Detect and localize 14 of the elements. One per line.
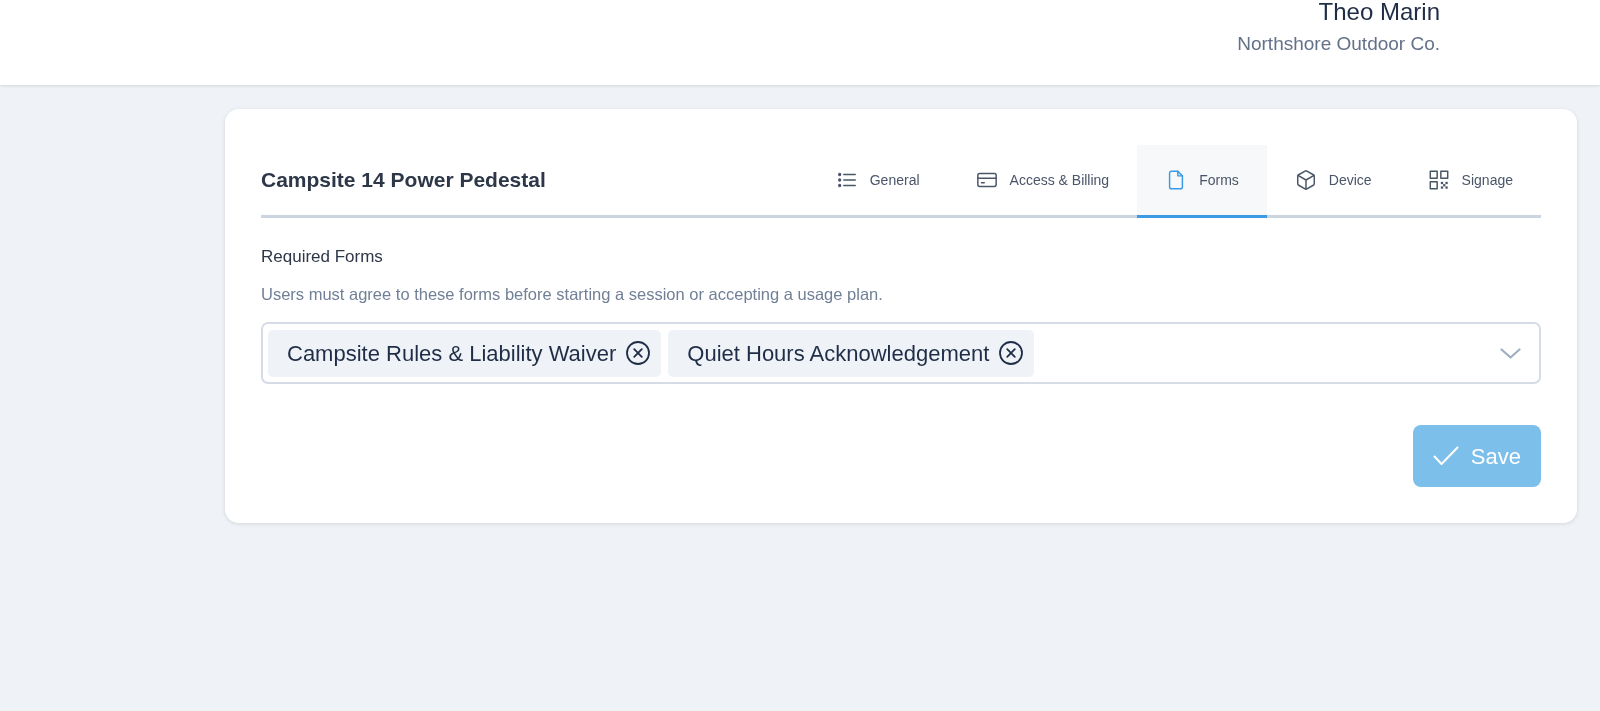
- tab[interactable]: Forms: [1137, 145, 1267, 218]
- page-title: Campsite 14 Power Pedestal: [261, 167, 546, 194]
- multi-select-field[interactable]: Campsite Rules & Liability Waiver Quiet Hours Acknowledgement: [261, 322, 1541, 384]
- user-name: Theo Marin: [1318, 0, 1440, 24]
- organization-name: Northshore Outdoor Co.: [1237, 32, 1440, 56]
- tag-label: Quiet Hours Acknowledgement: [687, 339, 990, 368]
- cube-icon: [1294, 169, 1317, 191]
- field-description: Users must agree to these forms before starting a session or accepting a usage plan.: [261, 284, 884, 304]
- qr-code-icon: [1427, 169, 1450, 191]
- close-icon[interactable]: [999, 341, 1024, 365]
- check-icon: [1432, 446, 1459, 466]
- close-icon[interactable]: [626, 341, 651, 365]
- field-label: Required Forms: [261, 247, 384, 267]
- tag-label: Campsite Rules & Liability Waiver: [287, 339, 617, 368]
